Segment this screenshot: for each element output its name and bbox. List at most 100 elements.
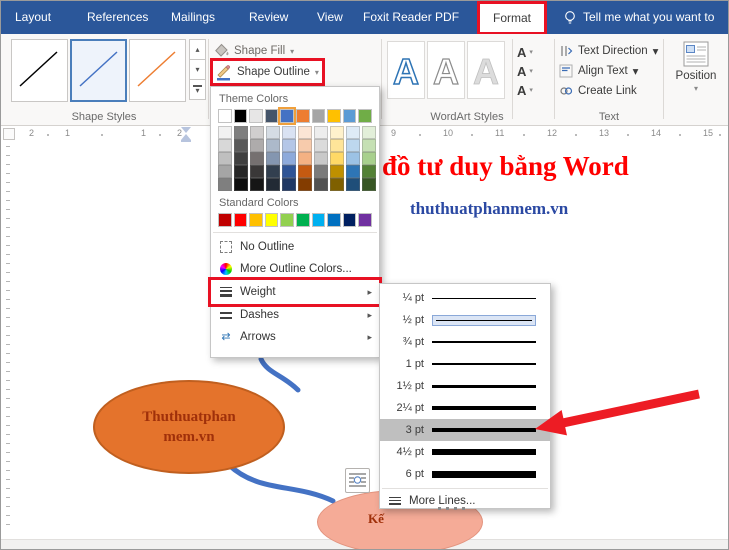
weight-option-¾pt[interactable]: ¾ pt [380, 331, 550, 353]
color-swatch[interactable] [250, 139, 264, 152]
menu-item-arrows[interactable]: ⇄ Arrows ▸ [211, 326, 379, 348]
color-swatch[interactable] [298, 152, 312, 165]
color-swatch[interactable] [218, 139, 232, 152]
color-swatch[interactable] [234, 213, 248, 227]
color-swatch[interactable] [266, 152, 280, 165]
color-swatch[interactable] [330, 165, 344, 178]
color-swatch[interactable] [282, 152, 296, 165]
color-swatch[interactable] [298, 165, 312, 178]
shape-style-tile-1[interactable] [11, 39, 68, 102]
color-swatch[interactable] [218, 178, 232, 191]
tab-mailings[interactable]: Mailings [171, 1, 215, 34]
color-swatch[interactable] [249, 109, 263, 123]
shape-style-tile-2[interactable] [70, 39, 127, 102]
color-swatch[interactable] [218, 109, 232, 123]
color-swatch[interactable] [280, 109, 294, 123]
color-swatch[interactable] [346, 152, 360, 165]
color-swatch[interactable] [282, 178, 296, 191]
first-line-indent-marker[interactable] [181, 127, 191, 133]
color-swatch[interactable] [234, 126, 248, 139]
color-swatch[interactable] [312, 109, 326, 123]
wordart-tile-3[interactable]: A [467, 41, 505, 99]
color-swatch[interactable] [314, 165, 328, 178]
weight-option-1pt[interactable]: 1 pt [380, 353, 550, 375]
color-swatch[interactable] [362, 139, 376, 152]
menu-item-no-outline[interactable]: No Outline [211, 236, 379, 258]
color-swatch[interactable] [282, 139, 296, 152]
color-swatch[interactable] [330, 152, 344, 165]
color-swatch[interactable] [265, 109, 279, 123]
connector-curve-2[interactable] [229, 465, 333, 501]
color-swatch[interactable] [327, 213, 341, 227]
color-swatch[interactable] [250, 165, 264, 178]
color-swatch[interactable] [343, 109, 357, 123]
color-swatch[interactable] [250, 126, 264, 139]
vertical-ruler[interactable] [1, 142, 15, 541]
gallery-more-button[interactable]: ▾ [189, 79, 206, 100]
weight-option-6pt[interactable]: 6 pt [380, 463, 550, 485]
color-swatch[interactable] [330, 126, 344, 139]
color-swatch[interactable] [218, 165, 232, 178]
tab-foxit-reader-pdf[interactable]: Foxit Reader PDF [363, 1, 459, 34]
text-direction-button[interactable]: Text Direction ▾ [559, 42, 658, 60]
color-swatch[interactable] [362, 178, 376, 191]
color-swatch[interactable] [296, 213, 310, 227]
wordart-tile-1[interactable]: A [387, 41, 425, 99]
color-swatch[interactable] [343, 213, 357, 227]
color-swatch[interactable] [314, 126, 328, 139]
weight-option-3pt[interactable]: 3 pt [380, 419, 550, 441]
color-swatch[interactable] [234, 152, 248, 165]
color-swatch[interactable] [282, 126, 296, 139]
text-fill-button[interactable]: A▾ [517, 43, 533, 61]
gallery-up-button[interactable]: ▴ [189, 39, 206, 60]
menu-item-more-outline-colors[interactable]: More Outline Colors... [211, 258, 379, 280]
color-swatch[interactable] [266, 139, 280, 152]
tab-format[interactable]: Format [480, 4, 544, 32]
color-swatch[interactable] [218, 152, 232, 165]
color-swatch[interactable] [250, 178, 264, 191]
connector-curve-1[interactable] [261, 359, 298, 390]
color-swatch[interactable] [362, 152, 376, 165]
weight-option-1½pt[interactable]: 1½ pt [380, 375, 550, 397]
text-effects-button[interactable]: A▾ [517, 81, 533, 99]
color-swatch[interactable] [298, 139, 312, 152]
left-indent-marker[interactable] [181, 140, 191, 142]
tell-me-box[interactable]: Tell me what you want to [563, 1, 714, 34]
color-swatch[interactable] [330, 139, 344, 152]
color-swatch[interactable] [282, 165, 296, 178]
weight-option-4½pt[interactable]: 4½ pt [380, 441, 550, 463]
tab-review[interactable]: Review [249, 1, 288, 34]
color-swatch[interactable] [330, 178, 344, 191]
weight-option-2¼pt[interactable]: 2¼ pt [380, 397, 550, 419]
align-text-button[interactable]: Align Text ▾ [559, 62, 638, 80]
position-button[interactable]: Position ▾ [667, 39, 725, 117]
color-swatch[interactable] [266, 126, 280, 139]
color-swatch[interactable] [218, 213, 232, 227]
color-swatch[interactable] [327, 109, 341, 123]
color-swatch[interactable] [362, 126, 376, 139]
color-swatch[interactable] [346, 165, 360, 178]
weight-option-¼pt[interactable]: ¼ pt [380, 287, 550, 309]
color-swatch[interactable] [346, 178, 360, 191]
color-swatch[interactable] [314, 139, 328, 152]
color-swatch[interactable] [266, 165, 280, 178]
menu-item-weight[interactable]: Weight ▸ [211, 280, 379, 304]
color-swatch[interactable] [249, 213, 263, 227]
color-swatch[interactable] [346, 126, 360, 139]
color-swatch[interactable] [265, 213, 279, 227]
color-swatch[interactable] [234, 165, 248, 178]
wordart-tile-2[interactable]: A [427, 41, 465, 99]
tab-selector-box[interactable] [3, 128, 15, 140]
weight-option-½pt[interactable]: ½ pt [380, 309, 550, 331]
color-swatch[interactable] [298, 126, 312, 139]
color-swatch[interactable] [218, 126, 232, 139]
color-swatch[interactable] [358, 109, 372, 123]
menu-item-dashes[interactable]: Dashes ▸ [211, 304, 379, 326]
tab-view[interactable]: View [317, 1, 343, 34]
tab-references[interactable]: References [87, 1, 148, 34]
shape-outline-button[interactable]: Shape Outline ▾ [213, 61, 322, 83]
create-link-button[interactable]: Create Link [559, 82, 637, 100]
color-swatch[interactable] [234, 139, 248, 152]
color-swatch[interactable] [314, 178, 328, 191]
shape-style-tile-3[interactable] [129, 39, 186, 102]
